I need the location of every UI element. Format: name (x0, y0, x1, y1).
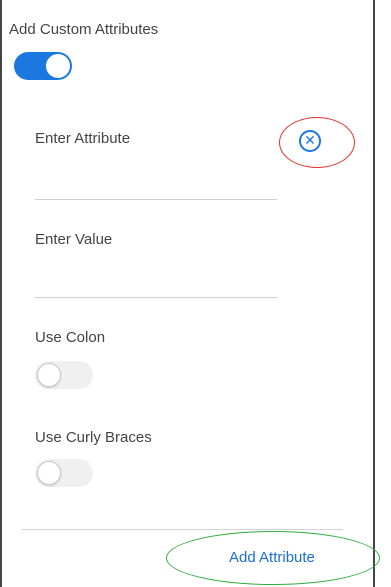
use-curly-braces-toggle[interactable] (35, 459, 93, 487)
use-colon-toggle[interactable] (35, 361, 93, 389)
value-input[interactable] (35, 258, 277, 296)
use-curly-braces-label: Use Curly Braces (35, 429, 152, 446)
attribute-field-label: Enter Attribute (35, 130, 131, 147)
toggle-knob (37, 461, 61, 485)
attribute-input-underline (35, 199, 277, 200)
annotation-ellipse-remove (279, 117, 355, 168)
attribute-input[interactable] (35, 160, 277, 198)
value-input-underline (35, 297, 277, 298)
use-colon-label: Use Colon (35, 329, 106, 346)
annotation-ellipse-add (166, 531, 380, 585)
footer-divider (22, 529, 343, 530)
value-field-label: Enter Value (35, 231, 113, 248)
custom-attributes-toggle[interactable] (14, 52, 72, 80)
toggle-knob (46, 54, 70, 78)
panel-title: Add Custom Attributes (9, 21, 159, 38)
toggle-knob (37, 363, 61, 387)
